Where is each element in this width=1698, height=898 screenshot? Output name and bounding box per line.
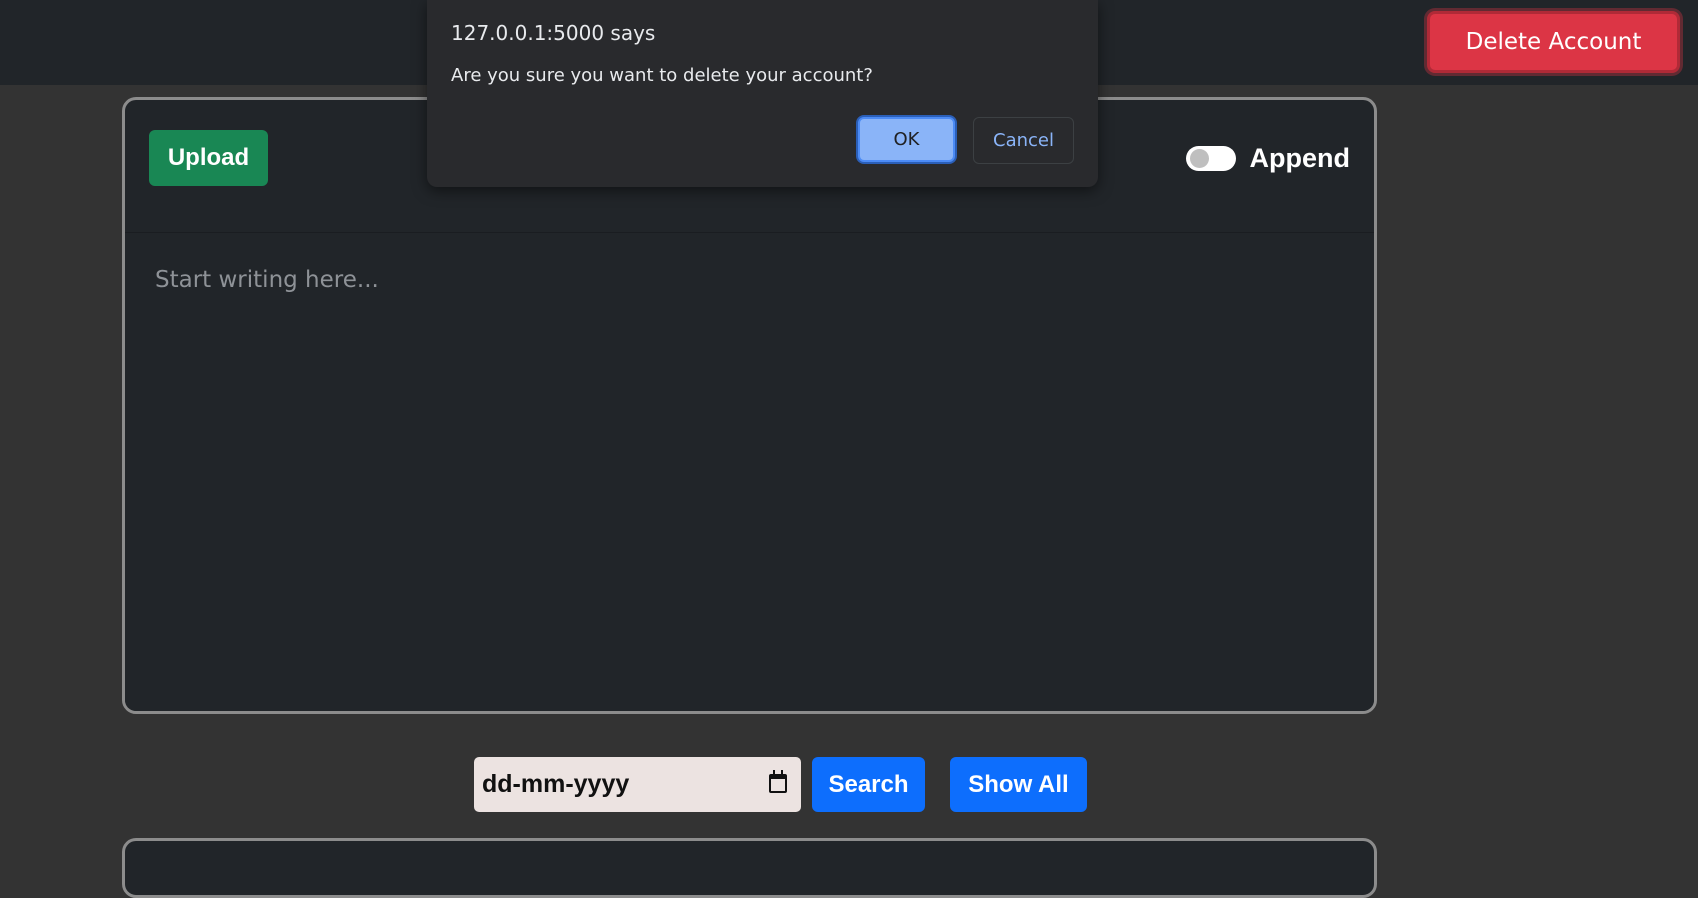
append-switch[interactable]	[1185, 146, 1236, 171]
dialog-cancel-button[interactable]: Cancel	[973, 117, 1074, 164]
search-button[interactable]: Search	[812, 757, 925, 812]
dialog-title: 127.0.0.1:5000 says	[451, 21, 656, 45]
date-placeholder: dd-mm-yyyy	[482, 770, 630, 798]
editor-textarea[interactable]	[125, 233, 1374, 711]
entries-card	[122, 838, 1377, 898]
editor-card: Upload Append	[122, 97, 1377, 714]
switch-knob	[1189, 149, 1209, 168]
dialog-message: Are you sure you want to delete your acc…	[451, 65, 873, 86]
date-input[interactable]: dd-mm-yyyy	[474, 757, 801, 812]
dialog-ok-button[interactable]: OK	[858, 117, 955, 162]
append-toggle[interactable]: Append	[1185, 143, 1351, 174]
confirm-dialog: 127.0.0.1:5000 says Are you sure you wan…	[427, 0, 1098, 187]
append-label: Append	[1249, 143, 1351, 173]
show-all-button[interactable]: Show All	[950, 757, 1087, 812]
upload-button[interactable]: Upload	[149, 130, 268, 186]
calendar-icon[interactable]	[769, 770, 787, 793]
delete-account-button[interactable]: Delete Account	[1427, 11, 1680, 73]
